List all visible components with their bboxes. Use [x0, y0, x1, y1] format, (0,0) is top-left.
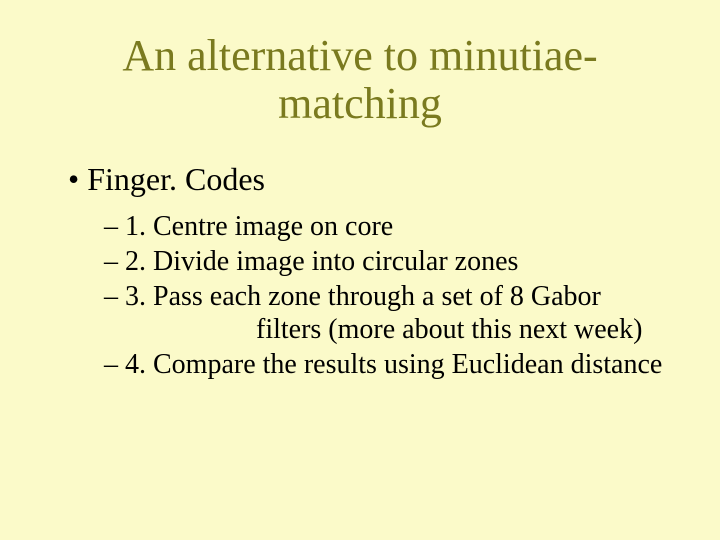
bullet-level2-step3-line2: filters (more about this next week) [124, 313, 672, 346]
slide: An alternative to minutiae- matching Fin… [0, 0, 720, 540]
slide-title: An alternative to minutiae- matching [48, 32, 672, 129]
bullet-level1-fingercodes: Finger. Codes [68, 161, 672, 198]
title-line-1: An alternative to minutiae- [122, 31, 597, 80]
bullet-level2-step2: 2. Divide image into circular zones [104, 245, 672, 278]
bullet-level2-step1: 1. Centre image on core [104, 210, 672, 243]
title-line-2: matching [278, 79, 442, 128]
bullet-list-level2: 1. Centre image on core 2. Divide image … [48, 210, 672, 381]
bullet-level2-step3-line1: 3. Pass each zone through a set of 8 Gab… [125, 281, 601, 312]
bullet-list-level1: Finger. Codes [48, 161, 672, 198]
bullet-level2-step4: 4. Compare the results using Euclidean d… [104, 348, 672, 381]
bullet-level2-step3: 3. Pass each zone through a set of 8 Gab… [104, 280, 672, 346]
